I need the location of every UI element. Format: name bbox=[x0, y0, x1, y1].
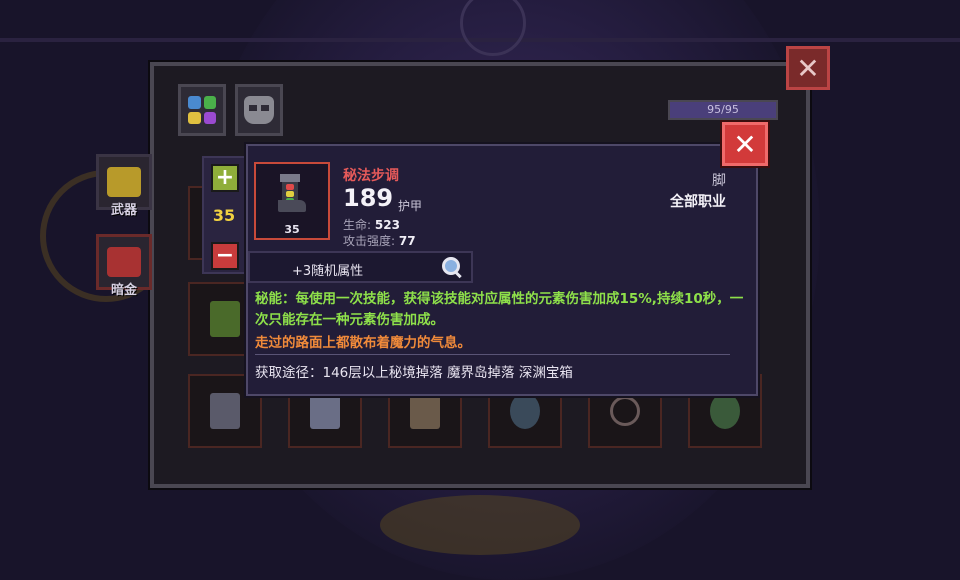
stat-attack: 攻击强度: 77 bbox=[343, 232, 416, 249]
category-dark-gold-label: 暗金 bbox=[110, 283, 137, 298]
random-affix-text: +3随机属性 bbox=[292, 264, 364, 279]
stat-label: 攻击强度: bbox=[343, 234, 396, 248]
item-icon-frame: 35 bbox=[254, 162, 330, 240]
ring-icon bbox=[610, 396, 640, 426]
armor-value: 189 bbox=[343, 184, 394, 212]
tab-character[interactable] bbox=[235, 84, 283, 136]
grid-icon bbox=[188, 96, 216, 124]
class-requirement: 全部职业 bbox=[670, 194, 726, 210]
increase-button[interactable]: + bbox=[211, 164, 239, 192]
item-flavor-text: 走过的路面上都散布着魔力的气息。 bbox=[255, 335, 471, 351]
item-level: 35 bbox=[284, 223, 300, 236]
capacity-bar: 95/95 bbox=[668, 100, 778, 120]
divider bbox=[255, 354, 730, 355]
tab-equipment[interactable] bbox=[178, 84, 226, 136]
magnifier-icon[interactable] bbox=[442, 257, 464, 279]
stat-value: 523 bbox=[374, 218, 400, 232]
stat-value: 77 bbox=[398, 234, 416, 248]
boots-icon bbox=[310, 393, 340, 429]
slot-type: 脚 bbox=[712, 173, 726, 189]
tooltip-close-button[interactable]: ✕ bbox=[722, 122, 768, 166]
item-name: 秘法步调 bbox=[343, 168, 399, 184]
mask-icon bbox=[244, 96, 274, 124]
random-affix-box[interactable]: +3随机属性 bbox=[248, 251, 473, 283]
stepper-value: 35 bbox=[212, 206, 236, 225]
category-weapon-label: 武器 bbox=[110, 203, 137, 218]
dark-gold-icon bbox=[107, 247, 141, 277]
boots-icon bbox=[210, 393, 240, 429]
quantity-stepper: + 35 − bbox=[202, 156, 246, 274]
close-icon: ✕ bbox=[733, 127, 757, 161]
amulet-icon bbox=[510, 393, 540, 429]
decrease-button[interactable]: − bbox=[211, 242, 239, 270]
stat-label: 生命: bbox=[343, 218, 372, 232]
armor-icon bbox=[210, 301, 240, 337]
amulet-icon bbox=[710, 393, 740, 429]
item-effect: 秘能：每使用一次技能，获得该技能对应属性的元素伤害加成15%,持续10秒，一次只… bbox=[255, 291, 744, 328]
armor-label: 护甲 bbox=[398, 199, 423, 213]
item-source: 获取途径：146层以上秘境掉落 魔界岛掉落 深渊宝箱 bbox=[255, 365, 573, 381]
boots-icon bbox=[276, 174, 308, 214]
close-icon: ✕ bbox=[796, 51, 820, 85]
background-ornament bbox=[380, 495, 580, 555]
weapon-icon bbox=[107, 167, 141, 197]
boots-icon bbox=[410, 393, 440, 429]
inventory-close-button[interactable]: ✕ bbox=[786, 46, 830, 90]
capacity-text: 95/95 bbox=[707, 103, 739, 116]
stat-health: 生命: 523 bbox=[343, 216, 400, 233]
